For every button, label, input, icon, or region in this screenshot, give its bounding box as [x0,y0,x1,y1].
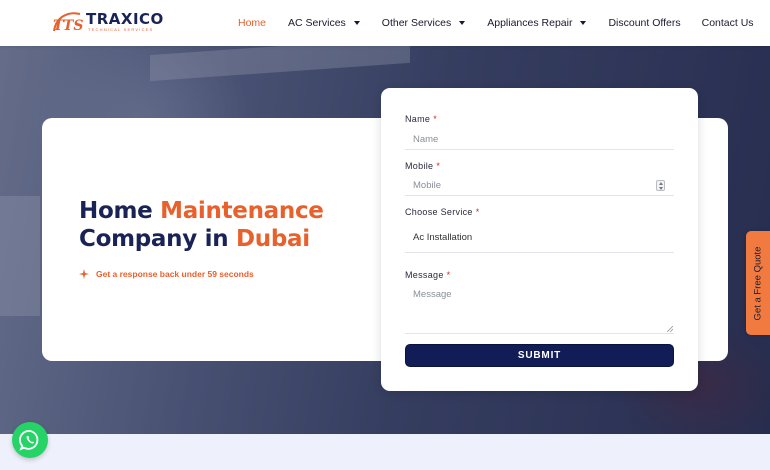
service-label-text: Choose Service [405,207,473,217]
logo-mark-text: TTS [53,18,83,34]
brand-tagline: TECHNICAL SERVICES [88,27,154,32]
nav-discount-offers[interactable]: Discount Offers [608,17,680,29]
name-label-text: Name [405,114,431,124]
required-mark: * [436,161,441,171]
mobile-label-text: Mobile [405,161,434,171]
headline-accent: Dubai [235,226,310,252]
nav-ac-services[interactable]: AC Services [288,17,360,29]
whatsapp-button[interactable] [12,422,48,458]
nav-label: Other Services [381,17,452,29]
brand-name: TRAXICO [86,10,164,28]
nav-contact-us[interactable]: Contact Us [702,17,754,29]
nav-label: AC Services [288,17,346,29]
name-field[interactable] [405,130,674,150]
service-select-underline [405,252,674,253]
resize-grip-icon[interactable] [667,326,673,332]
sparkle-icon [79,269,89,279]
nav-label: Home [238,17,267,29]
message-field[interactable] [405,285,674,334]
section-band [0,434,770,470]
service-label: Choose Service * [405,207,480,217]
whatsapp-icon [19,430,39,451]
required-mark: * [475,207,480,217]
nav-label: Discount Offers [608,17,681,29]
nav-label: Appliances Repair [487,17,573,29]
required-mark: * [433,114,438,124]
free-quote-label: Get a Free Quote [752,246,764,320]
response-text: Get a response back under 59 seconds [96,269,254,279]
nav-home[interactable]: Home [238,17,266,29]
logo-mark: TTS [50,9,84,35]
mobile-field[interactable] [405,176,674,196]
message-label-text: Message [405,270,444,280]
required-mark: * [446,270,451,280]
nav-appliances-repair[interactable]: Appliances Repair [487,17,587,29]
name-label: Name * [405,114,437,124]
number-stepper[interactable] [656,180,665,191]
response-note: Get a response back under 59 seconds [79,269,254,279]
chevron-down-icon [580,21,587,25]
brand-logo[interactable]: TTS TRAXICO TECHNICAL SERVICES [50,9,164,35]
free-quote-tab[interactable]: Get a Free Quote [746,231,770,335]
chevron-down-icon [459,21,466,25]
nav-label: Contact Us [701,17,754,29]
service-select[interactable]: Ac Installation [413,232,472,243]
headline-part: Home [79,198,161,224]
hero-headline: Home Maintenance Company in Dubai [79,197,324,253]
site-header: TTS TRAXICO TECHNICAL SERVICES Home AC S… [0,0,770,46]
chevron-down-icon [353,21,360,25]
mobile-label: Mobile * [405,161,440,171]
message-label: Message * [405,270,450,280]
nav-other-services[interactable]: Other Services [381,17,466,29]
headline-accent: Maintenance [160,198,324,224]
headline-part: Company in [79,226,236,252]
submit-button[interactable]: SUBMIT [405,344,674,367]
main-nav: Home AC Services Other Services Applianc… [238,0,754,46]
